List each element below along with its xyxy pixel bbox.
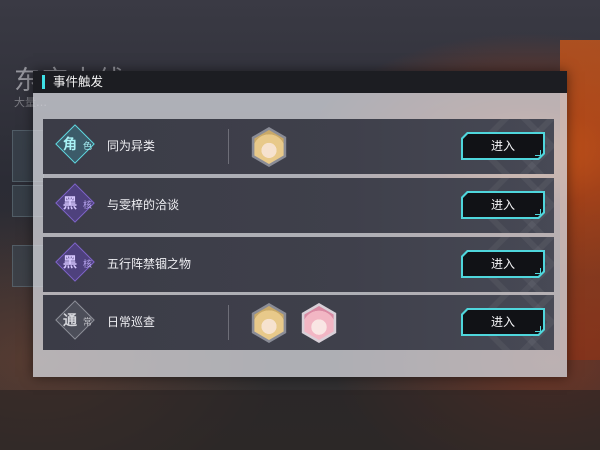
event-row: 角 色 同为异类 进入: [43, 119, 554, 174]
event-row: 通 常 日常巡查 进入: [43, 295, 554, 350]
tag-label-main: 角: [63, 137, 77, 153]
background-floor: [0, 390, 600, 450]
header-accent-bar: [42, 75, 45, 89]
tag-label-sub: 核: [83, 260, 93, 270]
enter-button[interactable]: 进入: [461, 308, 545, 336]
character-avatar-icon: [299, 303, 339, 343]
tag-label-sub: 色: [83, 142, 93, 152]
event-title: 与雯梓的洽谈: [107, 198, 180, 212]
event-row: 黑 核 与雯梓的洽谈 进入: [43, 178, 554, 233]
tag-label-sub: 常: [83, 318, 93, 328]
character-avatar-icon: [249, 303, 289, 343]
character-avatar-icon: [249, 127, 289, 167]
enter-button[interactable]: 进入: [461, 132, 545, 160]
tag-label-main: 通: [63, 313, 77, 329]
event-trigger-dialog: 事件触发 角 色 同为异类 进入 黑 核 与雯梓的洽谈 进入 黑 核 五行阵禁锢…: [33, 71, 567, 377]
dialog-header: 事件触发: [33, 71, 567, 93]
tag-label-sub: 核: [83, 201, 93, 211]
enter-button-label: 进入: [490, 198, 515, 212]
enter-button[interactable]: 进入: [461, 250, 545, 278]
enter-button[interactable]: 进入: [461, 191, 545, 219]
dialog-title: 事件触发: [53, 74, 104, 89]
event-title: 日常巡查: [107, 315, 156, 329]
enter-button-label: 进入: [490, 257, 515, 271]
tag-label-main: 黑: [63, 196, 77, 212]
event-row: 黑 核 五行阵禁锢之物 进入: [43, 237, 554, 292]
event-title: 同为异类: [107, 139, 156, 153]
tag-label-main: 黑: [63, 255, 77, 271]
row-divider: [228, 129, 229, 164]
event-title: 五行阵禁锢之物: [107, 257, 192, 271]
enter-button-label: 进入: [490, 315, 515, 329]
row-divider: [228, 305, 229, 340]
enter-button-label: 进入: [490, 139, 515, 153]
